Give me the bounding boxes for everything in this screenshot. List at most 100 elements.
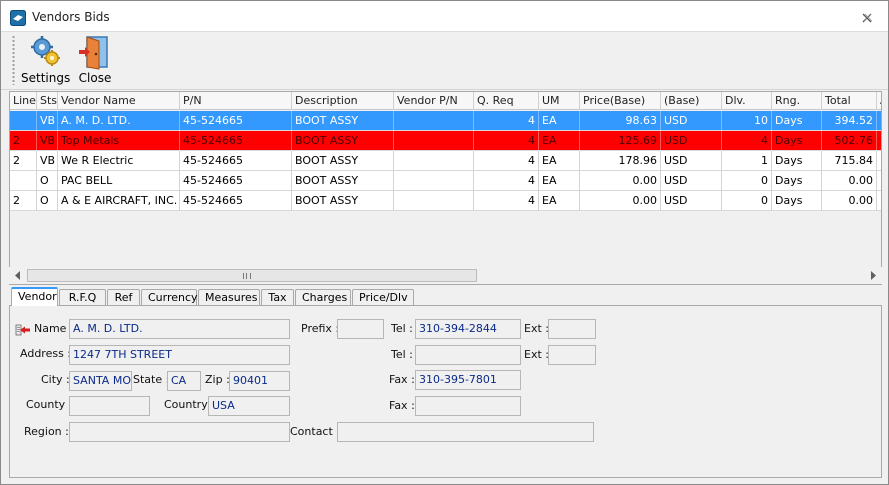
cell-sts[interactable]: O (37, 191, 58, 211)
name-field[interactable]: A. M. D. LTD. (69, 319, 290, 339)
region-field[interactable] (69, 422, 290, 442)
tab-currency[interactable]: Currency (141, 289, 198, 306)
cell-line[interactable]: 2 (10, 191, 37, 211)
column-header-status[interactable]: Sts (37, 92, 58, 110)
fax1-field[interactable]: 310-395-7801 (415, 370, 521, 390)
grid-horizontal-scrollbar[interactable] (9, 267, 882, 284)
scroll-right-icon[interactable] (868, 270, 878, 281)
cell-dlv[interactable]: 1 (722, 151, 772, 171)
tab-charges[interactable]: Charges (295, 289, 351, 306)
cell-vendor[interactable]: Top Metals (58, 131, 180, 151)
cell-vpn[interactable] (394, 191, 474, 211)
ext1-field[interactable] (548, 319, 596, 339)
tab-measures[interactable]: Measures (198, 289, 260, 306)
cell-vpn[interactable] (394, 171, 474, 191)
table-row[interactable]: 2OA & E AIRCRAFT, INC. 45-524665 BOOT ASSY… (10, 191, 881, 211)
column-header-base-currency[interactable]: (Base) (661, 92, 722, 110)
cell-base[interactable]: USD (661, 111, 722, 131)
scroll-left-icon[interactable] (13, 270, 23, 281)
tab-price-dlv[interactable]: Price/Dlv (352, 289, 414, 306)
table-row[interactable]: VB A. M. D. LTD. 45-524665 BOOT ASSY 4 EA 98.6… (10, 111, 881, 131)
cell-um[interactable]: EA (539, 191, 580, 211)
close-window-icon[interactable] (859, 10, 875, 26)
column-header-pn[interactable]: P/N (180, 92, 292, 110)
cell-price[interactable]: 125.69 (580, 131, 661, 151)
cell-sts[interactable]: VB (37, 131, 58, 151)
cell-qreq[interactable]: 4 (474, 111, 539, 131)
table-row[interactable]: 2 VB Top Metals 45-524665 BOOT ASSY 4 EA 125.69… (10, 131, 881, 151)
cell-price[interactable]: 98.63 (580, 111, 661, 131)
cell-rng[interactable]: Days (772, 191, 822, 211)
cell-rng[interactable]: Days (772, 111, 822, 131)
cell-desc[interactable]: BOOT ASSY (292, 191, 394, 211)
cell-rng[interactable]: Days (772, 131, 822, 151)
cell-vpn[interactable] (394, 131, 474, 151)
column-header-delivery[interactable]: Dlv. (722, 92, 772, 110)
tel1-field[interactable]: 310-394-2844 (415, 319, 521, 339)
cell-sts[interactable]: O (37, 171, 58, 191)
column-header-description[interactable]: Description (292, 92, 394, 110)
settings-button[interactable]: Settings (21, 34, 70, 88)
toolbar-grip[interactable] (12, 35, 15, 85)
cell-total[interactable]: 715.84 (822, 151, 877, 171)
cell-price[interactable]: 0.00 (580, 171, 661, 191)
country-field[interactable]: USA (208, 396, 290, 416)
zip-field[interactable]: 90401 (229, 371, 290, 391)
cell-pn[interactable]: 45-524665 (180, 191, 292, 211)
cell-sts[interactable]: VB (37, 111, 58, 131)
cell-vpn[interactable] (394, 111, 474, 131)
cell-desc[interactable]: BOOT ASSY (292, 131, 394, 151)
cell-price[interactable]: 0.00 (580, 191, 661, 211)
tel2-field[interactable] (415, 345, 521, 365)
cell-um[interactable]: EA (539, 171, 580, 191)
column-header-more[interactable]: A (877, 92, 881, 110)
cell-a[interactable] (877, 171, 881, 191)
cell-um[interactable]: EA (539, 111, 580, 131)
table-row[interactable]: 2 VB We R Electric 45-524665 BOOT ASSY 4 EA 178… (10, 151, 881, 171)
cell-base[interactable]: USD (661, 131, 722, 151)
cell-qreq[interactable]: 4 (474, 191, 539, 211)
cell-a[interactable] (877, 131, 881, 151)
table-row[interactable]: O PAC BELL 45-524665 BOOT ASSY 4 EA 0.00 USD 0 Da… (10, 171, 881, 191)
cell-rng[interactable]: Days (772, 151, 822, 171)
cell-total[interactable]: 502.76 (822, 131, 877, 151)
address-field[interactable]: 1247 7TH STREET (69, 345, 290, 365)
cell-base[interactable]: USD (661, 151, 722, 171)
column-header-vendor-name[interactable]: Vendor Name (58, 92, 180, 110)
cell-line[interactable] (10, 111, 37, 131)
cell-total[interactable]: 0.00 (822, 191, 877, 211)
tab-vendor[interactable]: Vendor (11, 287, 58, 306)
cell-vendor[interactable]: We R Electric (58, 151, 180, 171)
tab-tax[interactable]: Tax (261, 289, 294, 306)
column-header-total[interactable]: Total (822, 92, 877, 110)
cell-vendor[interactable]: A. M. D. LTD. (58, 111, 180, 131)
cell-qreq[interactable]: 4 (474, 151, 539, 171)
cell-price[interactable]: 178.96 (580, 151, 661, 171)
cell-sts[interactable]: VB (37, 151, 58, 171)
cell-um[interactable]: EA (539, 151, 580, 171)
cell-total[interactable]: 0.00 (822, 171, 877, 191)
cell-vpn[interactable] (394, 151, 474, 171)
column-header-price-base[interactable]: Price(Base) (580, 92, 661, 110)
cell-desc[interactable]: BOOT ASSY (292, 111, 394, 131)
state-field[interactable]: CA (167, 371, 201, 391)
cell-vendor[interactable]: A & E AIRCRAFT, INC. (58, 191, 180, 211)
cell-dlv[interactable]: 10 (722, 111, 772, 131)
cell-line[interactable]: 2 (10, 131, 37, 151)
city-field[interactable]: SANTA MONICA (69, 371, 132, 391)
cell-rng[interactable]: Days (772, 171, 822, 191)
cell-dlv[interactable]: 0 (722, 191, 772, 211)
column-header-line[interactable]: Line (10, 92, 37, 110)
cell-a[interactable] (877, 151, 881, 171)
cell-vendor[interactable]: PAC BELL (58, 171, 180, 191)
fax2-field[interactable] (415, 396, 521, 416)
cell-qreq[interactable]: 4 (474, 131, 539, 151)
cell-a[interactable] (877, 191, 881, 211)
column-header-um[interactable]: UM (539, 92, 580, 110)
cell-qreq[interactable]: 4 (474, 171, 539, 191)
column-header-vendor-pn[interactable]: Vendor P/N (394, 92, 474, 110)
prefix-field[interactable] (337, 319, 384, 339)
scroll-thumb[interactable] (27, 269, 477, 282)
cell-pn[interactable]: 45-524665 (180, 151, 292, 171)
cell-pn[interactable]: 45-524665 (180, 111, 292, 131)
